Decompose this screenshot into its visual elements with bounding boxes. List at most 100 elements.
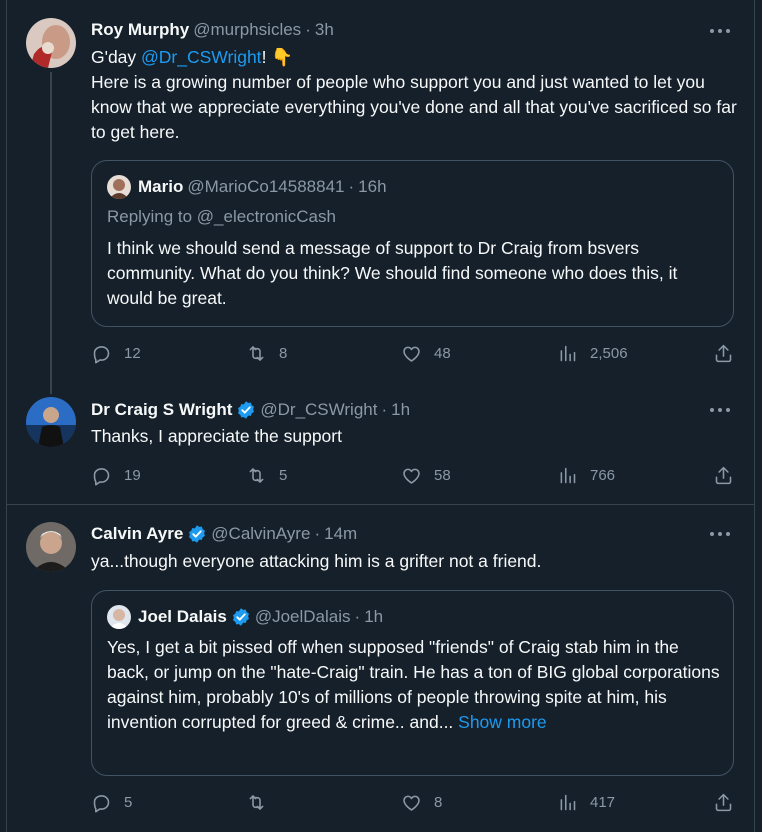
- like-count: 58: [434, 467, 451, 484]
- views-count: 417: [590, 794, 616, 811]
- more-icon[interactable]: [709, 21, 731, 41]
- verified-badge-icon: [231, 607, 251, 627]
- views-button[interactable]: 766: [557, 465, 615, 486]
- views-button[interactable]: 2,506: [557, 343, 628, 364]
- share-button[interactable]: [713, 465, 734, 486]
- separator-dot: ·: [314, 524, 321, 543]
- timestamp[interactable]: 1h: [391, 400, 410, 420]
- replying-to: Replying to @_electronicCash: [107, 207, 336, 227]
- timestamp[interactable]: 14m: [324, 524, 357, 544]
- quoted-header: Joel Dalais @JoelDalais · 1h: [107, 605, 383, 629]
- avatar[interactable]: [26, 18, 76, 68]
- verified-badge-icon: [187, 524, 207, 544]
- separator-dot: ·: [354, 607, 361, 626]
- more-icon[interactable]: [709, 524, 731, 544]
- like-icon: [403, 468, 420, 484]
- like-icon: [403, 795, 420, 811]
- reply-icon: [93, 346, 110, 364]
- separator-dot: ·: [381, 400, 388, 419]
- avatar: [107, 175, 131, 199]
- repost-icon: [249, 346, 264, 361]
- author-handle[interactable]: @Dr_CSWright: [260, 400, 377, 420]
- like-count: 48: [434, 345, 451, 362]
- reply-icon: [93, 795, 110, 813]
- author-name: Mario: [138, 177, 184, 196]
- author-name: Joel Dalais: [138, 607, 227, 626]
- tweet-roy-murphy[interactable]: Roy Murphy @murphsicles · 3h G'day @Dr_C…: [6, 0, 755, 394]
- action-bar: 12 8 48 2,506: [91, 343, 741, 367]
- share-icon: [715, 344, 732, 363]
- reply-button[interactable]: 5: [91, 792, 132, 813]
- tweet-calvin-ayre[interactable]: Calvin Ayre @CalvinAyre · 14m ya...thoug…: [6, 505, 755, 832]
- tweet-header: Roy Murphy @murphsicles · 3h: [91, 20, 334, 40]
- reply-button[interactable]: 12: [91, 343, 141, 364]
- reply-count: 12: [124, 345, 141, 362]
- tweet-text-suffix: ! 👇: [261, 47, 294, 67]
- author-name[interactable]: Dr Craig S Wright: [91, 400, 232, 420]
- tweet-text-body: Here is a growing number of people who s…: [91, 72, 737, 142]
- tweet-text: G'day @Dr_CSWright! 👇 Here is a growing …: [91, 45, 741, 145]
- replying-to-handle[interactable]: @_electronicCash: [197, 207, 336, 226]
- views-count: 766: [590, 467, 616, 484]
- author-handle[interactable]: @CalvinAyre: [211, 524, 310, 544]
- replying-label: Replying to: [107, 207, 197, 226]
- repost-button[interactable]: [246, 792, 279, 813]
- separator-dot: ·: [348, 177, 355, 196]
- avatar[interactable]: [26, 522, 76, 572]
- timestamp[interactable]: 3h: [315, 20, 334, 40]
- author-name[interactable]: Calvin Ayre: [91, 524, 183, 544]
- author-name[interactable]: Roy Murphy: [91, 20, 189, 40]
- views-icon: [560, 467, 576, 484]
- tweet-header: Calvin Ayre @CalvinAyre · 14m: [91, 524, 357, 544]
- share-button[interactable]: [713, 343, 734, 364]
- like-button[interactable]: 58: [401, 465, 451, 486]
- tweet-craig-wright[interactable]: Dr Craig S Wright @Dr_CSWright · 1h Than…: [6, 393, 755, 503]
- author-handle: @JoelDalais: [254, 607, 351, 626]
- like-button[interactable]: 8: [401, 792, 442, 813]
- show-more-link[interactable]: Show more: [458, 712, 547, 732]
- separator-dot: ·: [305, 20, 311, 39]
- mention-link[interactable]: @Dr_CSWright: [141, 47, 262, 67]
- timestamp: 1h: [364, 607, 384, 626]
- timestamp: 16h: [358, 177, 387, 196]
- verified-badge-icon: [236, 400, 256, 420]
- share-icon: [715, 793, 732, 812]
- repost-count: 5: [279, 467, 288, 484]
- quoted-tweet[interactable]: Mario @MarioCo14588841 · 16h Replying to…: [91, 160, 734, 327]
- views-icon: [560, 345, 576, 362]
- quoted-text: I think we should send a message of supp…: [107, 238, 678, 308]
- like-button[interactable]: 48: [401, 343, 451, 364]
- repost-button[interactable]: 8: [246, 343, 287, 364]
- action-bar: 19 5 58 766: [91, 465, 741, 489]
- repost-icon: [249, 468, 264, 483]
- views-count: 2,506: [590, 345, 628, 362]
- action-bar: 5 8 417: [91, 792, 741, 816]
- thread-line: [50, 72, 52, 394]
- repost-button[interactable]: 5: [246, 465, 287, 486]
- reply-icon: [93, 468, 110, 486]
- reply-count: 19: [124, 467, 141, 484]
- repost-count: 8: [279, 345, 288, 362]
- author-handle[interactable]: @murphsicles: [193, 20, 301, 40]
- tweet-text: Thanks, I appreciate the support: [91, 426, 342, 446]
- like-icon: [403, 346, 420, 362]
- quoted-tweet[interactable]: Joel Dalais @JoelDalais · 1h Yes, I get …: [91, 590, 734, 776]
- tweet-text-prefix: G'day: [91, 47, 142, 67]
- repost-icon: [249, 795, 264, 810]
- tweet-header: Dr Craig S Wright @Dr_CSWright · 1h: [91, 400, 410, 420]
- like-count: 8: [434, 794, 443, 811]
- quoted-header: Mario @MarioCo14588841 · 16h: [107, 175, 387, 199]
- more-icon[interactable]: [709, 400, 731, 420]
- views-button[interactable]: 417: [557, 792, 615, 813]
- tweet-text: ya...though everyone attacking him is a …: [91, 551, 542, 571]
- share-button[interactable]: [713, 792, 734, 813]
- share-icon: [715, 466, 732, 485]
- views-icon: [560, 794, 576, 811]
- reply-count: 5: [124, 794, 133, 811]
- quoted-text-body: Yes, I get a bit pissed off when suppose…: [107, 637, 720, 732]
- author-handle: @MarioCo14588841: [187, 177, 345, 196]
- avatar: [107, 605, 131, 629]
- avatar[interactable]: [26, 397, 76, 447]
- reply-button[interactable]: 19: [91, 465, 141, 486]
- quoted-text: Yes, I get a bit pissed off when suppose…: [107, 635, 722, 735]
